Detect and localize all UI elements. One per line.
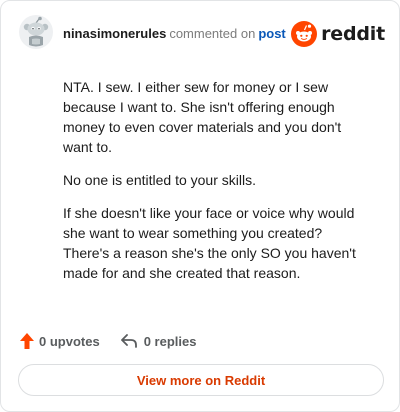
reddit-wordmark: reddit — [321, 23, 385, 45]
comment-body: NTA. I sew. I either sew for money or I … — [63, 77, 363, 296]
comment-paragraph: No one is entitled to your skills. — [63, 172, 256, 188]
comment-paragraph: NTA. I sew. I either sew for money or I … — [63, 79, 342, 155]
reply-arrow-icon — [120, 334, 137, 348]
comment-actions: 0 upvotes 0 replies — [19, 331, 196, 351]
snoo-avatar-icon[interactable] — [19, 15, 53, 49]
author-name[interactable]: ninasimonerules — [63, 26, 166, 41]
comment-paragraph: If she doesn't like your face or voice w… — [63, 205, 356, 281]
commented-on-text: commented on — [169, 26, 256, 41]
reddit-brand[interactable]: reddit — [291, 21, 385, 47]
embedded-comment-card: ninasimonerules commented on post reddit N… — [0, 0, 400, 412]
upvotes-count: 0 upvotes — [39, 333, 100, 349]
reply-button[interactable]: 0 replies — [120, 333, 197, 349]
post-link[interactable]: post — [258, 26, 285, 41]
upvote-button[interactable]: 0 upvotes — [19, 332, 100, 350]
reddit-logo-icon — [291, 21, 318, 47]
replies-count: 0 replies — [143, 333, 197, 349]
comment-header: ninasimonerules commented on post reddit — [19, 15, 385, 55]
upvote-arrow-icon — [20, 333, 34, 349]
view-more-on-reddit-button[interactable]: View more on Reddit — [18, 364, 384, 396]
author-line: ninasimonerules commented on post — [63, 26, 286, 41]
